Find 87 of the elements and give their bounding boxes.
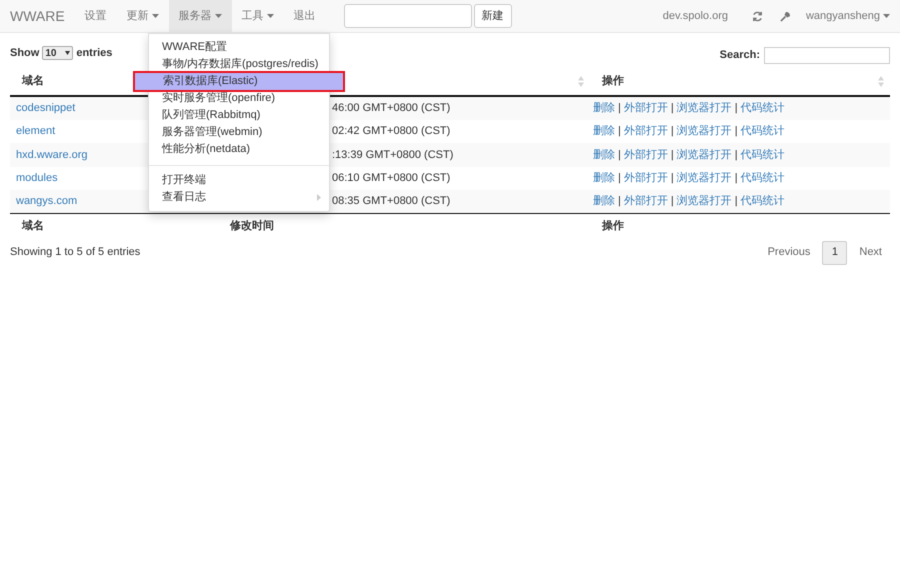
action-link[interactable]: 删除 xyxy=(593,148,615,160)
action-link[interactable]: 删除 xyxy=(593,172,615,184)
column-header[interactable]: 域名 xyxy=(22,74,44,87)
show-label: Show xyxy=(10,46,40,61)
separator: | xyxy=(734,148,738,160)
refresh-icon[interactable] xyxy=(752,10,763,22)
search-field[interactable] xyxy=(764,46,890,64)
column-footer: 域名 xyxy=(22,220,44,232)
action-link[interactable]: 代码统计 xyxy=(740,102,785,114)
caret-icon xyxy=(152,14,159,18)
separator: | xyxy=(734,125,738,137)
separator: | xyxy=(618,102,621,114)
caret-icon xyxy=(65,51,70,55)
action-link[interactable]: 代码统计 xyxy=(740,172,785,184)
separator: | xyxy=(670,195,674,208)
caret-icon xyxy=(266,14,274,18)
action-link[interactable]: 删除 xyxy=(593,195,615,208)
action-link[interactable]: 删除 xyxy=(593,102,615,114)
table-info: Showing 1 to 5 of 5 entries xyxy=(10,245,140,260)
column-footer: 操作 xyxy=(602,220,624,232)
action-link[interactable]: 代码统计 xyxy=(740,148,785,160)
time-cell: 06:10 GMT+0800 (CST) xyxy=(332,172,450,184)
separator: | xyxy=(734,195,738,208)
length-select[interactable]: 10 xyxy=(42,46,74,60)
new-button[interactable]: 新建 xyxy=(474,4,512,28)
domain-link[interactable]: element xyxy=(16,125,56,137)
entries-label: entries xyxy=(76,46,112,61)
caret-icon xyxy=(883,14,890,18)
search-label: Search: xyxy=(720,48,760,63)
separator: | xyxy=(734,172,738,184)
domain-link[interactable]: hxd.wware.org xyxy=(16,148,88,160)
action-link[interactable]: 浏览器打开 xyxy=(676,148,732,160)
action-link[interactable]: 浏览器打开 xyxy=(676,172,732,184)
menu-item[interactable]: 打开终端 xyxy=(149,172,329,189)
action-link[interactable]: 外部打开 xyxy=(624,102,668,114)
nav-item[interactable]: 退出 xyxy=(284,0,326,32)
separator: | xyxy=(618,148,621,160)
separator: | xyxy=(734,102,738,114)
chevron-icon xyxy=(317,194,321,201)
action-link[interactable]: 外部打开 xyxy=(624,172,668,184)
action-link[interactable]: 浏览器打开 xyxy=(676,102,732,114)
menu-item[interactable]: 查看日志 xyxy=(149,189,329,206)
action-link[interactable]: 外部打开 xyxy=(624,148,668,160)
menu-item[interactable]: 索引数据库(Elastic) xyxy=(133,71,345,92)
menu-item[interactable]: 性能分析(netdata) xyxy=(149,141,329,158)
input-field[interactable] xyxy=(344,4,472,28)
caret-icon xyxy=(214,14,222,18)
menu-item[interactable]: WWARE配置 xyxy=(149,39,329,56)
menu-item[interactable]: 事物/内存数据库(postgres/redis) xyxy=(149,56,329,73)
menu-item[interactable]: 队列管理(Rabbitmq) xyxy=(149,107,329,124)
nav-item[interactable]: 服务器 xyxy=(168,0,232,32)
brand[interactable]: WWARE xyxy=(10,6,65,26)
nav-item[interactable]: 工具 xyxy=(232,0,284,32)
separator: | xyxy=(618,195,621,208)
action-link[interactable]: 外部打开 xyxy=(624,125,668,137)
user-menu[interactable]: wangyansheng xyxy=(806,8,890,24)
domain-link[interactable]: wangys.com xyxy=(16,195,78,208)
menu-item[interactable]: 实时服务管理(openfire) xyxy=(149,90,329,107)
domain-link[interactable]: modules xyxy=(16,172,58,184)
column-header[interactable]: 操作 xyxy=(602,72,624,90)
next-button[interactable]: Next xyxy=(859,244,882,261)
action-link[interactable]: 代码统计 xyxy=(740,125,785,137)
separator: | xyxy=(618,172,621,184)
action-link[interactable]: 浏览器打开 xyxy=(676,195,732,208)
separator: | xyxy=(670,125,674,137)
domain-link[interactable]: codesnippet xyxy=(16,102,76,114)
page-button[interactable]: 1 xyxy=(822,240,848,264)
sort-icon xyxy=(578,76,584,86)
nav-item[interactable]: 更新 xyxy=(116,0,169,32)
column-footer: 修改时间 xyxy=(230,220,274,232)
separator: | xyxy=(670,172,674,184)
sort-icon xyxy=(878,76,884,86)
time-cell: 08:35 GMT+0800 (CST) xyxy=(332,195,450,208)
time-cell: :13:39 GMT+0800 (CST) xyxy=(332,148,454,160)
time-cell: 46:00 GMT+0800 (CST) xyxy=(332,102,450,114)
time-cell: 02:42 GMT+0800 (CST) xyxy=(332,125,450,137)
action-link[interactable]: 删除 xyxy=(593,125,615,137)
separator: | xyxy=(670,102,674,114)
nav-item[interactable]: 设置 xyxy=(74,0,117,32)
action-link[interactable]: 浏览器打开 xyxy=(676,125,732,137)
menu-item[interactable]: 服务器管理(webmin) xyxy=(149,124,329,141)
host-link[interactable]: dev.spolo.org xyxy=(662,8,728,24)
action-link[interactable]: 代码统计 xyxy=(740,195,785,208)
previous-button[interactable]: Previous xyxy=(768,244,810,261)
action-link[interactable]: 外部打开 xyxy=(624,195,668,208)
separator: | xyxy=(670,148,674,160)
separator: | xyxy=(618,125,621,137)
